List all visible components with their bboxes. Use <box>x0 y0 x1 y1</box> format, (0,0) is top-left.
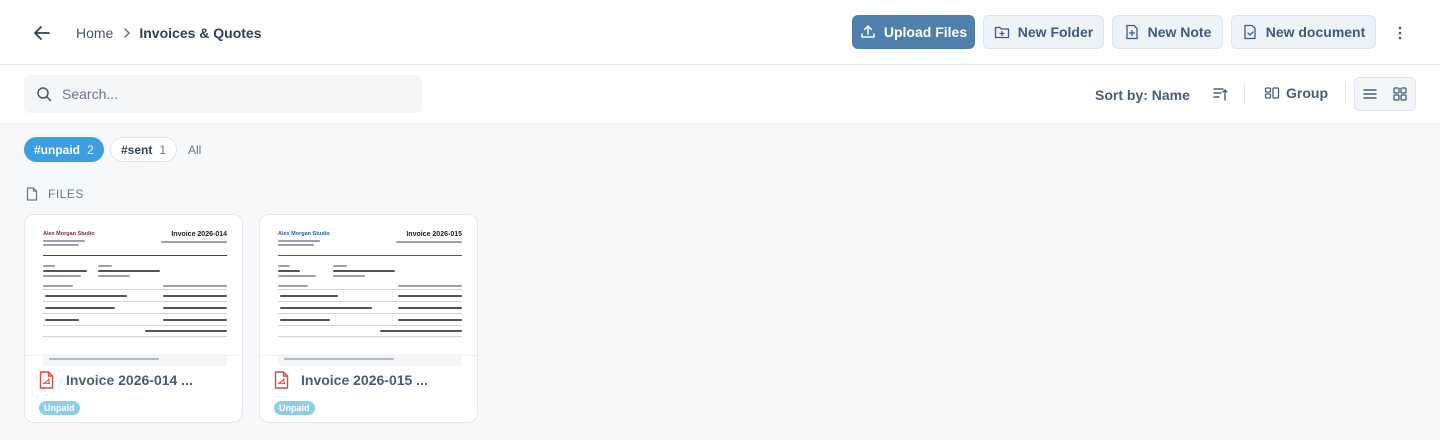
search-box[interactable] <box>24 75 422 113</box>
more-options-button[interactable] <box>1390 22 1410 44</box>
tag-filter-sent[interactable]: #sent 1 <box>110 137 178 162</box>
preview-rule <box>278 255 462 256</box>
breadcrumb-current: Invoices & Quotes <box>139 25 262 41</box>
search-input[interactable] <box>62 86 392 102</box>
files-section-header: FILES <box>26 187 84 201</box>
upload-files-label: Upload Files <box>883 24 968 40</box>
document-icon <box>1244 24 1256 40</box>
tag-label: #unpaid <box>34 142 81 157</box>
section-title: FILES <box>48 187 84 201</box>
preview-title: Invoice 2026-015 <box>406 231 462 238</box>
new-document-label: New document <box>1265 24 1366 40</box>
preview-subtext <box>278 239 320 246</box>
upload-icon <box>861 25 875 38</box>
divider <box>1244 83 1245 105</box>
file-card[interactable]: Alex Morgan Studio Invoice 2026-015 Invo… <box>259 214 478 423</box>
preview-brand: Alex Morgan Studio <box>278 231 330 237</box>
tag-filter-unpaid[interactable]: #unpaid 2 <box>24 137 104 162</box>
view-mode-toggle <box>1354 77 1416 111</box>
file-icon <box>26 187 38 201</box>
sort-direction-button[interactable] <box>1212 84 1230 104</box>
new-note-button[interactable]: New Note <box>1112 15 1223 49</box>
kebab-menu-icon <box>1398 26 1402 40</box>
file-name-label: Invoice 2026-014 ... <box>66 372 193 388</box>
breadcrumb: Home Invoices & Quotes <box>76 23 262 43</box>
status-badge: Unpaid <box>274 401 315 415</box>
sort-dropdown[interactable]: Sort by: Name <box>1095 87 1190 103</box>
chevron-right-icon <box>123 28 131 38</box>
header-bar: Home Invoices & Quotes Upload Files New … <box>0 0 1440 65</box>
divider <box>1345 83 1346 105</box>
search-icon <box>36 86 52 102</box>
preview-brand: Alex Morgan Studio <box>43 231 95 237</box>
preview-issued <box>161 241 227 243</box>
tag-count: 2 <box>87 142 94 157</box>
group-label: Group <box>1286 85 1328 101</box>
preview-issued <box>396 241 462 243</box>
grid-icon <box>1393 87 1407 101</box>
file-preview: Alex Morgan Studio Invoice 2026-015 <box>260 215 477 366</box>
new-document-button[interactable]: New document <box>1231 15 1376 49</box>
preview-subtext <box>43 239 85 246</box>
tag-label: #sent <box>121 142 153 157</box>
file-name: Invoice 2026-015 ... <box>274 371 428 389</box>
list-icon <box>1363 89 1377 99</box>
file-name: Invoice 2026-014 ... <box>39 371 193 389</box>
breadcrumb-home[interactable]: Home <box>76 25 113 41</box>
preview-title: Invoice 2026-014 <box>171 231 227 238</box>
tag-filter-all[interactable]: All <box>188 143 201 157</box>
list-view-button[interactable] <box>1355 78 1385 110</box>
back-button[interactable] <box>28 19 56 47</box>
new-note-label: New Note <box>1147 24 1212 40</box>
file-card[interactable]: Alex Morgan Studio Invoice 2026-014 Invo… <box>24 214 243 423</box>
group-icon <box>1264 87 1280 99</box>
grid-view-button[interactable] <box>1385 78 1415 110</box>
arrow-left-icon <box>34 26 50 40</box>
status-badge: Unpaid <box>39 401 80 415</box>
note-plus-icon <box>1125 24 1138 40</box>
new-folder-label: New Folder <box>1017 24 1094 40</box>
sort-ascending-icon <box>1213 88 1228 101</box>
preview-rule <box>43 255 227 256</box>
file-name-label: Invoice 2026-015 ... <box>301 372 428 388</box>
pdf-file-icon <box>274 371 289 389</box>
group-button[interactable]: Group <box>1264 85 1328 101</box>
folder-plus-icon <box>994 26 1009 39</box>
file-preview: Alex Morgan Studio Invoice 2026-014 <box>25 215 242 366</box>
toolbar: Sort by: Name Group <box>0 65 1440 124</box>
pdf-file-icon <box>39 371 54 389</box>
upload-files-button[interactable]: Upload Files <box>852 15 975 49</box>
tag-count: 1 <box>159 142 167 157</box>
new-folder-button[interactable]: New Folder <box>983 15 1104 49</box>
